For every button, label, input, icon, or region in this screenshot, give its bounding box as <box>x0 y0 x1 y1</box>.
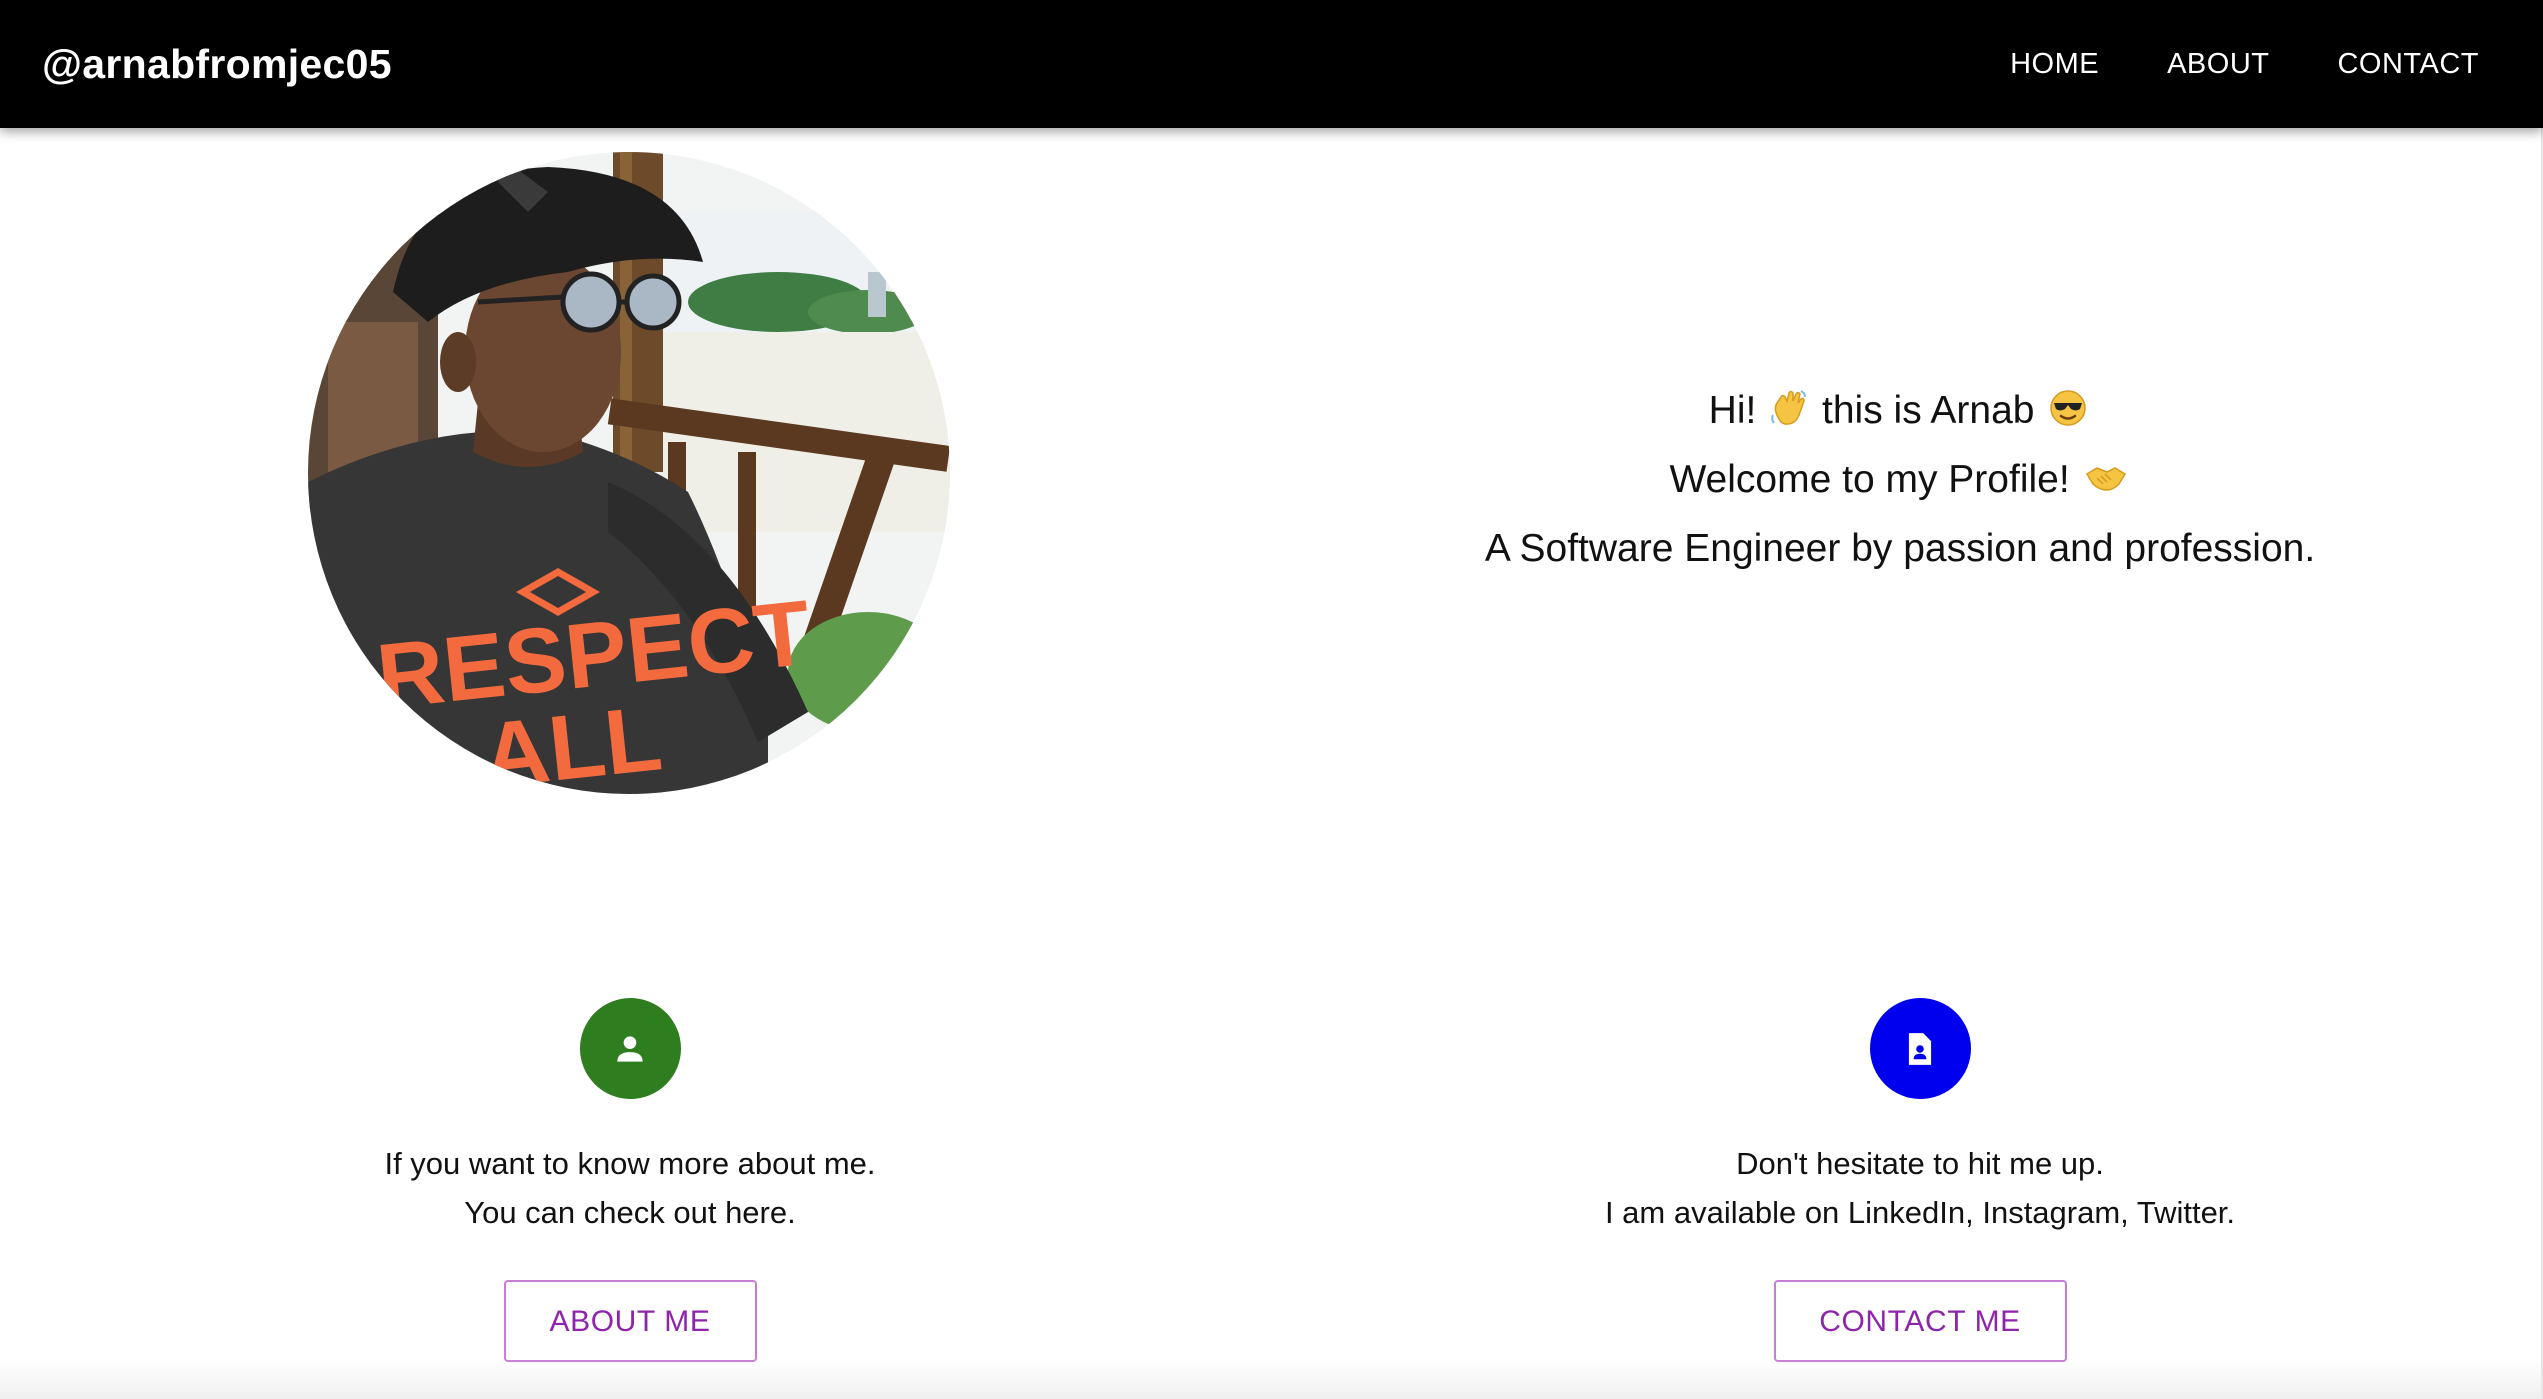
profile-photo: RESPECT ALL <box>308 152 950 794</box>
shirt-text-all: ALL <box>478 687 667 794</box>
handshake-icon <box>2085 451 2127 516</box>
waving-hand-icon <box>1771 382 1807 447</box>
greeting-name: this is Arnab <box>1822 389 2035 432</box>
intro-section: Hi! this is Arnab Welcome to my Profile! <box>1360 378 2440 581</box>
brand-logo-link[interactable]: @arnabfromjec05 <box>42 40 392 88</box>
person-icon <box>617 1035 643 1062</box>
contact-line-1: Don't hesitate to hit me up. <box>1736 1146 2104 1181</box>
intro-greeting: Hi! this is Arnab <box>1360 378 2440 447</box>
nav-link-home[interactable]: HOME <box>2010 44 2099 84</box>
contact-description: Don't hesitate to hit me up. I am availa… <box>1420 1139 2420 1237</box>
contact-line-2: I am available on LinkedIn, Instagram, T… <box>1604 1195 2236 1230</box>
bottom-fade <box>0 1359 2543 1399</box>
contact-page-icon <box>1908 1032 1932 1065</box>
nav-link-about[interactable]: ABOUT <box>2167 44 2269 84</box>
about-card: If you want to know more about me. You c… <box>300 998 960 1362</box>
about-line-2: You can check out here. <box>464 1195 796 1230</box>
about-description: If you want to know more about me. You c… <box>300 1139 960 1237</box>
intro-welcome: Welcome to my Profile! <box>1360 447 2440 516</box>
intro-tagline: A Software Engineer by passion and profe… <box>1484 527 2316 570</box>
about-icon-circle <box>579 998 681 1099</box>
welcome-text: Welcome to my Profile! <box>1669 458 2070 501</box>
contact-me-button[interactable]: CONTACT ME <box>1773 1280 2067 1362</box>
nav-links: HOME ABOUT CONTACT <box>2010 44 2479 84</box>
about-line-1: If you want to know more about me. <box>384 1146 876 1181</box>
about-me-button[interactable]: ABOUT ME <box>503 1280 757 1362</box>
nav-link-contact[interactable]: CONTACT <box>2337 44 2479 84</box>
contact-card: Don't hesitate to hit me up. I am availa… <box>1420 998 2420 1362</box>
top-navbar: @arnabfromjec05 HOME ABOUT CONTACT <box>0 0 2543 128</box>
profile-photo-illustration: RESPECT ALL <box>308 152 950 794</box>
sunglasses-face-icon <box>2049 382 2087 447</box>
contact-icon-circle <box>1869 998 1971 1099</box>
greeting-hi: Hi! <box>1708 389 1757 432</box>
